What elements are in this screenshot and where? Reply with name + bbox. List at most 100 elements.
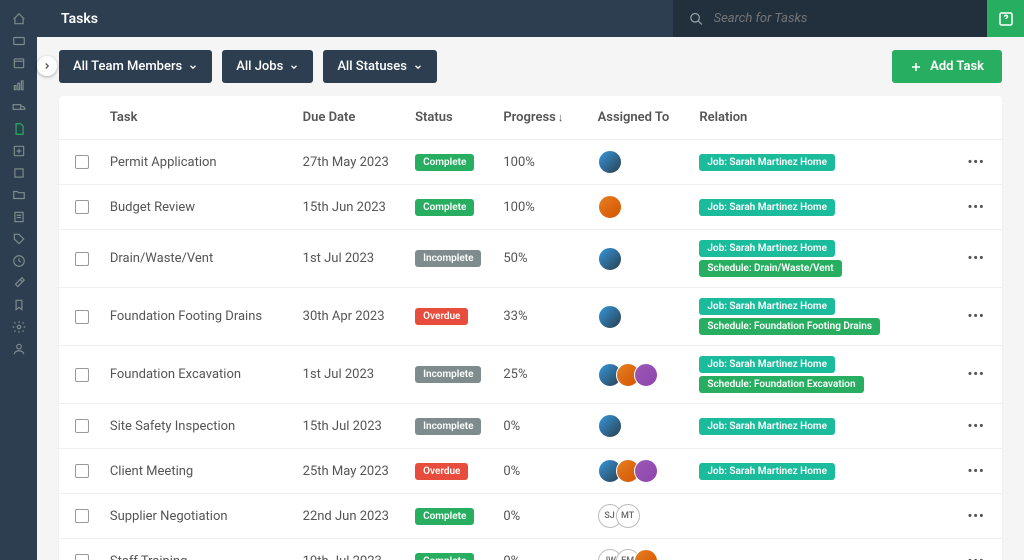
avatar[interactable] — [598, 150, 622, 174]
avatars: JWEM — [598, 549, 684, 560]
nav-tag[interactable] — [0, 228, 37, 250]
task-name[interactable]: Site Safety Inspection — [102, 404, 295, 449]
nav-user[interactable] — [0, 338, 37, 360]
relation-badge[interactable]: Job: Sarah Martinez Home — [699, 298, 835, 315]
nav-settings[interactable] — [0, 316, 37, 338]
avatar[interactable] — [598, 414, 622, 438]
task-name[interactable]: Foundation Excavation — [102, 346, 295, 404]
progress: 0% — [495, 449, 589, 494]
row-checkbox[interactable] — [75, 464, 89, 478]
progress: 25% — [495, 346, 589, 404]
avatar[interactable] — [598, 305, 622, 329]
row-actions-button[interactable]: ••• — [967, 155, 985, 170]
filter-statuses[interactable]: All Statuses — [323, 50, 437, 83]
nav-box[interactable] — [0, 162, 37, 184]
avatars — [598, 150, 684, 174]
due-date: 19th Jul 2023 — [295, 539, 407, 560]
relation-badge[interactable]: Schedule: Foundation Footing Drains — [699, 318, 880, 335]
avatar[interactable] — [634, 363, 658, 387]
row-checkbox[interactable] — [75, 554, 89, 560]
progress: 0% — [495, 404, 589, 449]
row-checkbox[interactable] — [75, 419, 89, 433]
add-task-button[interactable]: Add Task — [892, 50, 1002, 83]
row-actions-button[interactable]: ••• — [967, 464, 985, 479]
row-checkbox[interactable] — [75, 310, 89, 324]
task-name[interactable]: Client Meeting — [102, 449, 295, 494]
relation-badge[interactable]: Job: Sarah Martinez Home — [699, 199, 835, 216]
avatar[interactable]: MT — [616, 504, 640, 528]
tasks-table: Task Due Date Status Progress↓ Assigned … — [59, 96, 1002, 560]
row-actions-button[interactable]: ••• — [967, 251, 985, 266]
relation-badge[interactable]: Job: Sarah Martinez Home — [699, 418, 835, 435]
nav-folder[interactable] — [0, 184, 37, 206]
nav-clock[interactable] — [0, 250, 37, 272]
col-task[interactable]: Task — [102, 96, 295, 140]
row-checkbox[interactable] — [75, 368, 89, 382]
add-task-label: Add Task — [930, 59, 984, 74]
row-actions-button[interactable]: ••• — [967, 509, 985, 524]
sidebar-expand-button[interactable] — [37, 56, 57, 76]
chevron-right-icon — [42, 61, 52, 71]
row-checkbox[interactable] — [75, 200, 89, 214]
search-input[interactable] — [714, 11, 971, 26]
row-actions-button[interactable]: ••• — [967, 554, 985, 560]
nav-bookmark[interactable] — [0, 294, 37, 316]
col-status[interactable]: Status — [407, 96, 495, 140]
row-actions-button[interactable]: ••• — [967, 367, 985, 382]
avatars — [598, 363, 684, 387]
col-due[interactable]: Due Date — [295, 96, 407, 140]
task-name[interactable]: Drain/Waste/Vent — [102, 230, 295, 288]
task-name[interactable]: Budget Review — [102, 185, 295, 230]
nav-list[interactable] — [0, 206, 37, 228]
status-badge: Incomplete — [415, 418, 481, 435]
row-actions-button[interactable]: ••• — [967, 200, 985, 215]
task-name[interactable]: Permit Application — [102, 140, 295, 185]
nav-add[interactable] — [0, 140, 37, 162]
col-assigned[interactable]: Assigned To — [590, 96, 692, 140]
nav-home[interactable] — [0, 8, 37, 30]
status-badge: Incomplete — [415, 366, 481, 383]
nav-card[interactable] — [0, 30, 37, 52]
avatar[interactable] — [634, 459, 658, 483]
relation-badge[interactable]: Schedule: Drain/Waste/Vent — [699, 260, 841, 277]
status-badge: Overdue — [415, 463, 468, 480]
row-actions-button[interactable]: ••• — [967, 419, 985, 434]
task-name[interactable]: Supplier Negotiation — [102, 494, 295, 539]
avatar[interactable] — [634, 549, 658, 560]
filter-jobs[interactable]: All Jobs — [222, 50, 313, 83]
relation-badge[interactable]: Job: Sarah Martinez Home — [699, 240, 835, 257]
chevron-down-icon — [188, 62, 198, 72]
col-relation[interactable]: Relation — [691, 96, 959, 140]
relation-badge[interactable]: Job: Sarah Martinez Home — [699, 356, 835, 373]
table-row: Permit Application27th May 2023Complete1… — [59, 140, 1002, 185]
row-checkbox[interactable] — [75, 155, 89, 169]
row-checkbox[interactable] — [75, 252, 89, 266]
help-button[interactable] — [987, 0, 1024, 37]
progress: 50% — [495, 230, 589, 288]
status-badge: Complete — [415, 508, 474, 525]
nav-tool[interactable] — [0, 272, 37, 294]
due-date: 1st Jul 2023 — [295, 230, 407, 288]
chevron-down-icon — [413, 62, 423, 72]
task-name[interactable]: Foundation Footing Drains — [102, 288, 295, 346]
nav-truck[interactable] — [0, 96, 37, 118]
relation-badge[interactable]: Job: Sarah Martinez Home — [699, 154, 835, 171]
status-badge: Incomplete — [415, 250, 481, 267]
table-row: Foundation Excavation1st Jul 2023Incompl… — [59, 346, 1002, 404]
task-name[interactable]: Staff Training — [102, 539, 295, 560]
relations: Job: Sarah Martinez Home Schedule: Founda… — [699, 298, 951, 335]
filter-team[interactable]: All Team Members — [59, 50, 212, 83]
search-container[interactable] — [673, 0, 987, 37]
nav-document[interactable] — [0, 118, 37, 140]
nav-calendar[interactable] — [0, 52, 37, 74]
search-icon — [689, 11, 704, 27]
relation-badge[interactable]: Schedule: Foundation Excavation — [699, 376, 863, 393]
row-checkbox[interactable] — [75, 509, 89, 523]
relation-badge[interactable]: Job: Sarah Martinez Home — [699, 463, 835, 480]
avatar[interactable] — [598, 195, 622, 219]
avatar[interactable] — [598, 247, 622, 271]
col-progress[interactable]: Progress↓ — [495, 96, 589, 140]
row-actions-button[interactable]: ••• — [967, 309, 985, 324]
relations: Job: Sarah Martinez Home Schedule: Drain/… — [699, 240, 951, 277]
nav-chart[interactable] — [0, 74, 37, 96]
